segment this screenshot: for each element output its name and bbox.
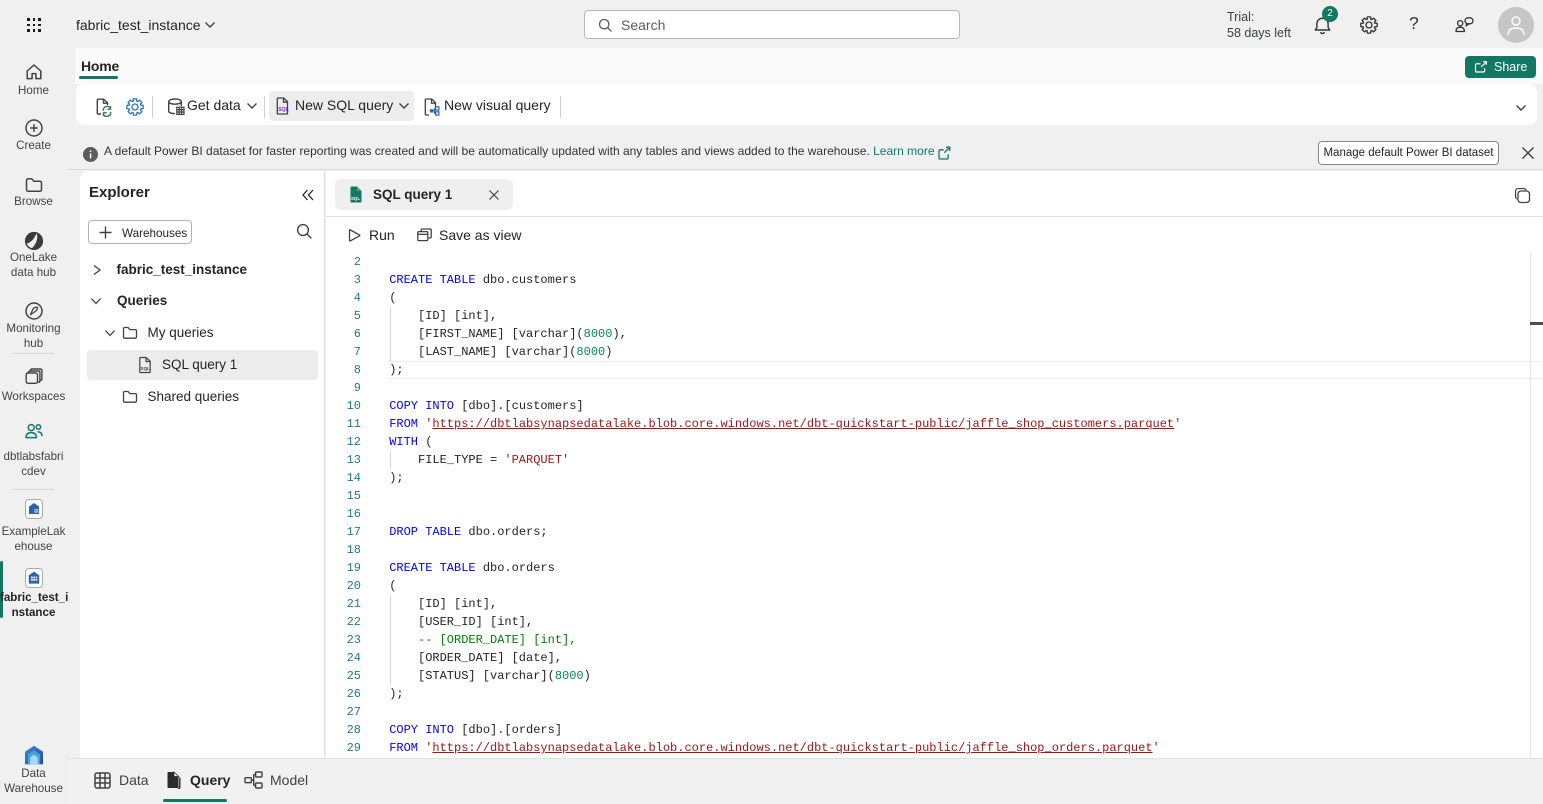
svg-text:SQL: SQL [141,366,151,371]
svg-text:SQL: SQL [351,196,360,201]
svg-text:SQL: SQL [278,107,289,113]
